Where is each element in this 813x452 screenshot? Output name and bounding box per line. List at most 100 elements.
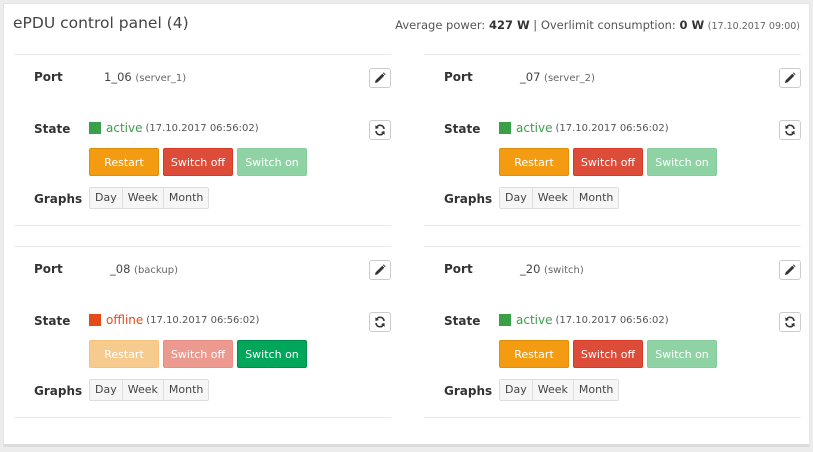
edit-port-button[interactable] (369, 260, 391, 280)
restart-button[interactable]: Restart (89, 148, 159, 176)
switch-on-button[interactable]: Switch on (647, 148, 717, 176)
port-id: _20 (520, 262, 541, 276)
port-state: active (17.10.2017 06:56:02) (499, 121, 669, 135)
state-time: (17.10.2017 06:56:02) (555, 122, 669, 134)
switch-off-button[interactable]: Switch off (163, 148, 233, 176)
graph-month-button[interactable]: Month (163, 188, 209, 208)
power-actions: Restart Switch off Switch on (499, 340, 721, 368)
port-card-3: Port _08 (backup) State offline (17.10.2… (14, 246, 391, 418)
port-name: _08 (backup) (110, 262, 178, 276)
graph-week-button[interactable]: Week (532, 188, 574, 208)
restart-button[interactable]: Restart (89, 340, 159, 368)
switch-off-button[interactable]: Switch off (573, 148, 643, 176)
graph-day-button[interactable]: Day (500, 380, 533, 400)
graphs-label: Graphs (34, 192, 83, 206)
graph-day-button[interactable]: Day (500, 188, 533, 208)
pencil-icon (375, 264, 386, 275)
graphs-label: Graphs (444, 384, 493, 398)
port-label: Port (34, 262, 63, 276)
switch-on-button[interactable]: Switch on (237, 148, 307, 176)
port-card-1: Port 1_06 (server_1) State active (17.10… (14, 54, 391, 226)
state-indicator (89, 314, 101, 326)
port-state: offline (17.10.2017 06:56:02) (89, 313, 259, 327)
port-label: Port (444, 70, 473, 84)
graph-month-button[interactable]: Month (163, 380, 209, 400)
port-device: (server_1) (135, 73, 187, 84)
state-label: State (34, 122, 71, 136)
graph-day-button[interactable]: Day (90, 380, 123, 400)
power-summary: Average power: 427 W | Overlimit consump… (395, 18, 800, 32)
state-label: State (444, 122, 481, 136)
port-device: (switch) (544, 265, 584, 276)
panel-title: ePDU control panel (4) (13, 14, 189, 32)
power-actions: Restart Switch off Switch on (89, 148, 311, 176)
state-text: offline (106, 313, 144, 327)
graph-week-button[interactable]: Week (532, 380, 574, 400)
state-indicator (89, 122, 101, 134)
port-card-4: Port _20 (switch) State active (17.10.20… (424, 246, 801, 418)
refresh-state-button[interactable] (369, 312, 391, 332)
state-text: active (106, 121, 143, 135)
state-time: (17.10.2017 06:56:02) (555, 314, 669, 326)
graphs-label: Graphs (34, 384, 83, 398)
graph-period-group: Day Week Month (499, 187, 620, 209)
port-label: Port (34, 70, 63, 84)
graph-period-group: Day Week Month (499, 379, 620, 401)
edit-port-button[interactable] (779, 68, 801, 88)
switch-off-button[interactable]: Switch off (573, 340, 643, 368)
graph-period-group: Day Week Month (89, 379, 210, 401)
restart-button[interactable]: Restart (499, 340, 569, 368)
state-label: State (34, 314, 71, 328)
overlimit-label: Overlimit consumption: (540, 18, 676, 32)
edit-port-button[interactable] (779, 260, 801, 280)
graph-week-button[interactable]: Week (122, 188, 164, 208)
refresh-icon (375, 124, 385, 136)
refresh-state-button[interactable] (779, 120, 801, 140)
avg-power-label: Average power: (395, 18, 486, 32)
port-device: (server_2) (544, 73, 595, 84)
port-name: _20 (switch) (520, 262, 584, 276)
state-indicator (499, 314, 511, 326)
port-device: (backup) (134, 265, 178, 276)
refresh-state-button[interactable] (369, 120, 391, 140)
port-id: 1_06 (104, 70, 132, 84)
refresh-state-button[interactable] (779, 312, 801, 332)
power-actions: Restart Switch off Switch on (89, 340, 311, 368)
restart-button[interactable]: Restart (499, 148, 569, 176)
port-name: _07 (server_2) (520, 70, 595, 84)
refresh-icon (785, 124, 795, 136)
edit-port-button[interactable] (369, 68, 391, 88)
switch-on-button[interactable]: Switch on (237, 340, 307, 368)
graph-period-group: Day Week Month (89, 187, 210, 209)
refresh-icon (375, 316, 385, 328)
port-id: _07 (520, 70, 541, 84)
pencil-icon (785, 264, 796, 275)
epdu-panel: ePDU control panel (4) Average power: 42… (3, 3, 810, 447)
avg-power-value: 427 W (488, 18, 530, 32)
port-label: Port (444, 262, 473, 276)
graph-day-button[interactable]: Day (90, 188, 123, 208)
switch-off-button[interactable]: Switch off (163, 340, 233, 368)
port-state: active (17.10.2017 06:56:02) (499, 313, 669, 327)
graph-week-button[interactable]: Week (122, 380, 164, 400)
state-text: active (516, 313, 553, 327)
state-text: active (516, 121, 553, 135)
graph-month-button[interactable]: Month (573, 188, 619, 208)
overlimit-time: (17.10.2017 09:00) (707, 21, 800, 32)
state-label: State (444, 314, 481, 328)
port-id: _08 (110, 262, 131, 276)
graphs-label: Graphs (444, 192, 493, 206)
port-name: 1_06 (server_1) (104, 70, 186, 84)
pencil-icon (375, 72, 386, 83)
pencil-icon (785, 72, 796, 83)
switch-on-button[interactable]: Switch on (647, 340, 717, 368)
refresh-icon (785, 316, 795, 328)
state-time: (17.10.2017 06:56:02) (146, 314, 260, 326)
port-card-2: Port _07 (server_2) State active (17.10.… (424, 54, 801, 226)
state-time: (17.10.2017 06:56:02) (145, 122, 259, 134)
graph-month-button[interactable]: Month (573, 380, 619, 400)
port-state: active (17.10.2017 06:56:02) (89, 121, 259, 135)
overlimit-value: 0 W (679, 18, 705, 32)
state-indicator (499, 122, 511, 134)
power-actions: Restart Switch off Switch on (499, 148, 721, 176)
